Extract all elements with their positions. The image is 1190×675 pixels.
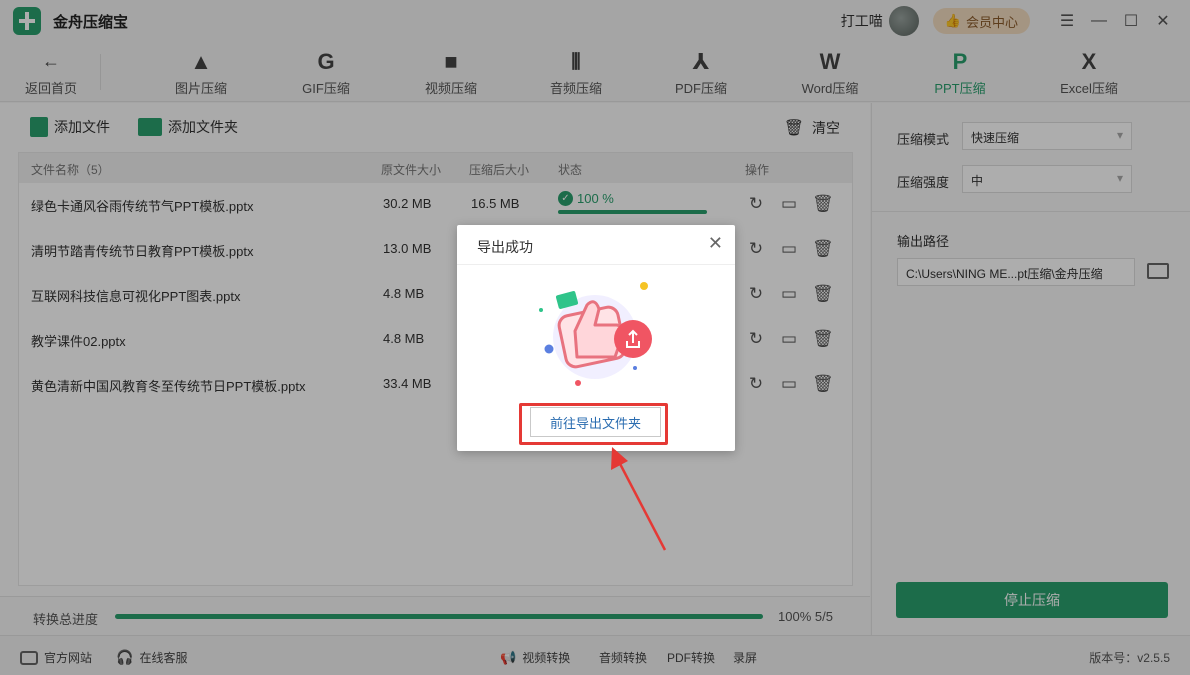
annotation-arrow-icon: [611, 447, 667, 551]
